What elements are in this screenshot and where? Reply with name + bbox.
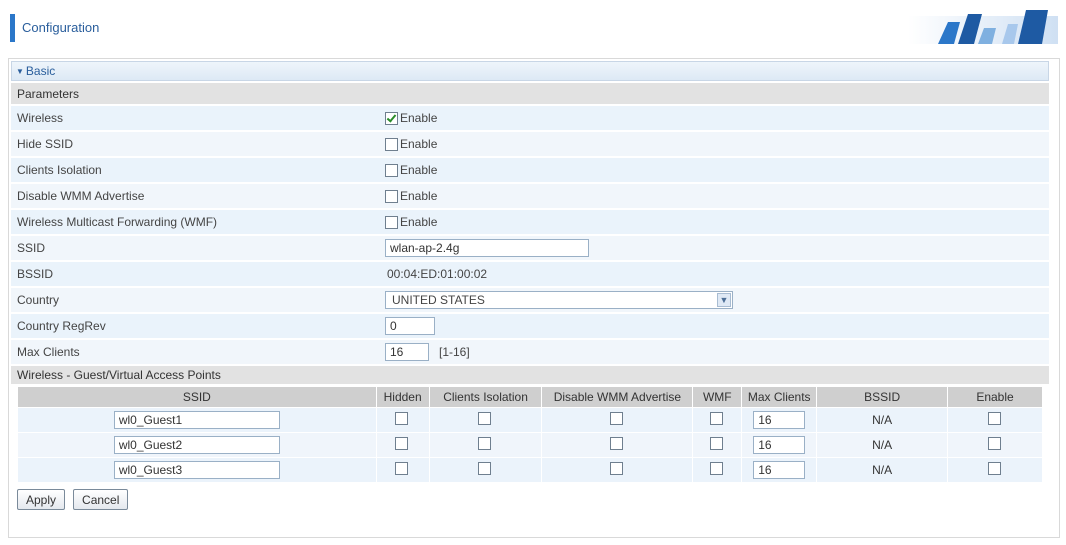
apply-button[interactable]: Apply	[17, 489, 66, 510]
clients-isolation-checkbox[interactable]	[478, 437, 492, 450]
field-row-disable-wmm: Disable WMM Advertise Enable	[11, 184, 1049, 210]
wmf-checkbox[interactable]	[709, 462, 723, 475]
column-header: SSID	[18, 387, 376, 407]
column-header: Clients Isolation	[429, 387, 542, 407]
parameters-heading: Parameters	[11, 83, 1049, 106]
enable-checkbox[interactable]	[987, 412, 1001, 425]
guest-max-clients-input[interactable]	[753, 461, 806, 479]
ssid-input[interactable]	[385, 239, 589, 257]
header-accent-bar	[10, 14, 15, 42]
guest-max-clients-input[interactable]	[753, 411, 806, 429]
checkbox-label: Enable	[400, 111, 438, 125]
table-row: N/A	[18, 408, 1042, 432]
field-label: SSID	[17, 241, 46, 255]
column-header: Max Clients	[742, 387, 817, 407]
field-row-hide-ssid: Hide SSID Enable	[11, 132, 1049, 158]
disable-wmm-checkbox[interactable]	[385, 189, 398, 203]
country-select[interactable]: UNITED STATES ▼	[385, 291, 733, 309]
field-row-country: Country UNITED STATES ▼	[11, 288, 1049, 314]
hidden-checkbox[interactable]	[395, 437, 409, 450]
wmf-checkbox[interactable]	[709, 412, 723, 425]
wmf-checkbox[interactable]	[709, 437, 723, 450]
regrev-input[interactable]	[385, 317, 435, 335]
field-row-wireless: Wireless Enable	[11, 106, 1049, 132]
guest-bssid: N/A	[817, 433, 948, 457]
guest-bssid: N/A	[817, 408, 948, 432]
section-title: Basic	[25, 64, 56, 78]
table-row: N/A	[18, 433, 1042, 457]
chevron-down-icon: ▼	[717, 293, 731, 307]
hidden-checkbox[interactable]	[395, 412, 409, 425]
field-label: Wireless Multicast Forwarding (WMF)	[17, 215, 218, 229]
field-row-clients-isolation: Clients Isolation Enable	[11, 158, 1049, 184]
max-clients-input[interactable]	[385, 343, 429, 361]
column-header: Hidden	[376, 387, 429, 407]
collapse-triangle-icon: ▼	[16, 67, 24, 76]
page-header: Configuration	[8, 4, 1058, 46]
guest-max-clients-input[interactable]	[753, 436, 806, 454]
checkbox-label: Enable	[400, 215, 438, 229]
section-basic-toggle[interactable]: ▼ Basic	[11, 61, 1049, 81]
cancel-button[interactable]: Cancel	[73, 489, 129, 510]
enable-checkbox[interactable]	[987, 462, 1001, 475]
header-decoration-image	[908, 10, 1058, 44]
column-header: BSSID	[817, 387, 948, 407]
checkbox-label: Enable	[400, 189, 438, 203]
column-header: Disable WMM Advertise	[542, 387, 693, 407]
bssid-value: 00:04:ED:01:00:02	[387, 267, 488, 281]
disable-wmm-checkbox[interactable]	[609, 462, 623, 475]
wmf-checkbox[interactable]	[385, 215, 398, 229]
hidden-checkbox[interactable]	[395, 462, 409, 475]
guest-ssid-input[interactable]	[113, 411, 280, 429]
field-label: Country	[17, 293, 60, 307]
guest-bssid: N/A	[817, 458, 948, 482]
clients-isolation-checkbox[interactable]	[478, 462, 492, 475]
column-header: Enable	[948, 387, 1042, 407]
field-row-ssid: SSID	[11, 236, 1049, 262]
config-panel: ▼ Basic Parameters Wireless Enable Hide S…	[8, 58, 1060, 538]
clients-isolation-checkbox[interactable]	[385, 163, 398, 177]
enable-checkbox[interactable]	[987, 437, 1001, 450]
max-clients-range: [1-16]	[439, 345, 470, 359]
disable-wmm-checkbox[interactable]	[609, 437, 623, 450]
field-label: Max Clients	[17, 345, 80, 359]
table-row: N/A	[18, 458, 1042, 482]
guest-ap-heading: Wireless - Guest/Virtual Access Points	[11, 366, 1049, 386]
field-label: Wireless	[17, 111, 64, 125]
parameters-form: Parameters Wireless Enable Hide SSID Ena…	[11, 83, 1049, 510]
button-bar: Apply Cancel	[11, 483, 1049, 510]
country-selected-value: UNITED STATES	[392, 293, 485, 307]
guest-ssid-input[interactable]	[113, 436, 280, 454]
wireless-enable-checkbox[interactable]	[385, 111, 398, 125]
clients-isolation-checkbox[interactable]	[478, 412, 492, 425]
field-row-wmf: Wireless Multicast Forwarding (WMF) Enab…	[11, 210, 1049, 236]
page-title: Configuration	[22, 20, 100, 35]
guest-ssid-input[interactable]	[113, 461, 280, 479]
field-row-regrev: Country RegRev	[11, 314, 1049, 340]
column-header: WMF	[693, 387, 742, 407]
guest-ap-table: SSID Hidden Clients Isolation Disable WM…	[17, 386, 1043, 483]
field-label: Hide SSID	[17, 137, 74, 151]
field-row-bssid: BSSID 00:04:ED:01:00:02	[11, 262, 1049, 288]
disable-wmm-checkbox[interactable]	[609, 412, 623, 425]
checkbox-label: Enable	[400, 163, 438, 177]
field-row-max-clients: Max Clients [1-16]	[11, 340, 1049, 366]
field-label: Disable WMM Advertise	[17, 189, 145, 203]
field-label: Clients Isolation	[17, 163, 102, 177]
hide-ssid-checkbox[interactable]	[385, 137, 398, 151]
field-label: Country RegRev	[17, 319, 106, 333]
checkbox-label: Enable	[400, 137, 438, 151]
field-label: BSSID	[17, 267, 54, 281]
